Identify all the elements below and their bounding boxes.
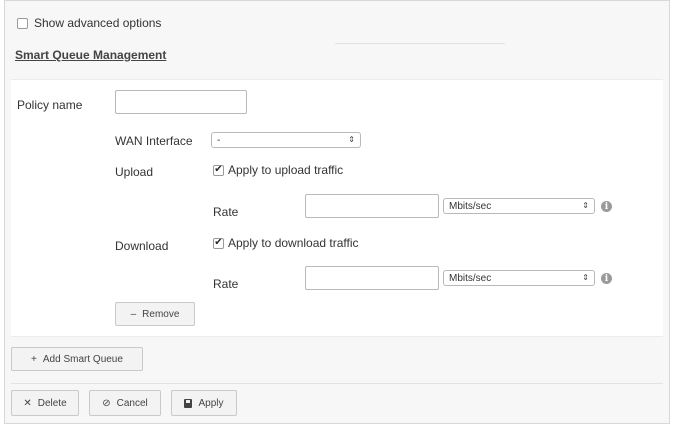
top-divider <box>335 43 505 44</box>
policy-name-input[interactable] <box>115 90 247 114</box>
select-arrows-icon: ⇕ <box>348 135 355 144</box>
upload-apply-label: Apply to upload traffic <box>228 163 344 177</box>
select-arrows-icon: ⇕ <box>582 273 589 282</box>
wan-interface-label: WAN Interface <box>115 134 193 148</box>
download-rate-label: Rate <box>213 277 239 291</box>
download-apply-label: Apply to download traffic <box>228 236 359 250</box>
apply-button-label: Apply <box>198 397 224 409</box>
download-apply-checkbox[interactable]: ✔ <box>213 237 224 249</box>
apply-button[interactable]: Apply <box>171 390 237 416</box>
minus-icon: – <box>130 308 137 320</box>
info-icon[interactable]: i <box>601 201 612 212</box>
check-icon: ✔ <box>214 237 223 248</box>
download-rate-input[interactable] <box>305 266 439 290</box>
footer-divider <box>11 383 663 384</box>
add-smart-queue-button[interactable]: + Add Smart Queue <box>11 347 143 371</box>
cancel-button-label: Cancel <box>116 397 148 409</box>
show-advanced-checkbox[interactable] <box>17 17 28 29</box>
delete-button[interactable]: ✕ Delete <box>11 390 79 416</box>
close-icon: ✕ <box>23 397 32 409</box>
show-advanced-label: Show advanced options <box>34 16 162 30</box>
wan-interface-value: - <box>217 134 221 146</box>
info-icon[interactable]: i <box>601 273 612 284</box>
upload-apply-checkbox[interactable]: ✔ <box>213 164 224 176</box>
download-unit-select[interactable]: Mbits/sec ⇕ <box>443 270 595 286</box>
download-apply-toggle[interactable]: ✔ Apply to download traffic <box>213 236 359 250</box>
plus-icon: + <box>31 353 37 365</box>
upload-rate-label: Rate <box>213 205 239 219</box>
select-arrows-icon: ⇕ <box>582 201 589 210</box>
upload-apply-toggle[interactable]: ✔ Apply to upload traffic <box>213 163 343 177</box>
delete-button-label: Delete <box>37 397 67 409</box>
smart-queue-panel: Policy name WAN Interface - ⇕ Upload ✔ A… <box>11 79 663 337</box>
upload-rate-input[interactable] <box>305 194 439 218</box>
save-icon-slot <box>186 399 191 403</box>
upload-unit-value: Mbits/sec <box>449 200 492 212</box>
remove-button[interactable]: – Remove <box>115 302 195 326</box>
download-unit-value: Mbits/sec <box>449 272 492 284</box>
cancel-icon: ⊘ <box>102 397 111 409</box>
add-smart-queue-label: Add Smart Queue <box>42 353 123 365</box>
check-icon: ✔ <box>214 164 223 175</box>
upload-label: Upload <box>115 165 154 179</box>
download-label: Download <box>115 239 169 253</box>
section-title: Smart Queue Management <box>15 48 167 62</box>
show-advanced-options[interactable]: Show advanced options <box>17 16 161 30</box>
remove-button-label: Remove <box>142 308 180 320</box>
upload-unit-select[interactable]: Mbits/sec ⇕ <box>443 198 595 214</box>
save-icon <box>184 398 193 408</box>
policy-name-label: Policy name <box>17 98 83 112</box>
wan-interface-select[interactable]: - ⇕ <box>211 132 361 148</box>
smart-queue-form: Show advanced options Smart Queue Manage… <box>4 0 670 424</box>
cancel-button[interactable]: ⊘ Cancel <box>89 390 161 416</box>
